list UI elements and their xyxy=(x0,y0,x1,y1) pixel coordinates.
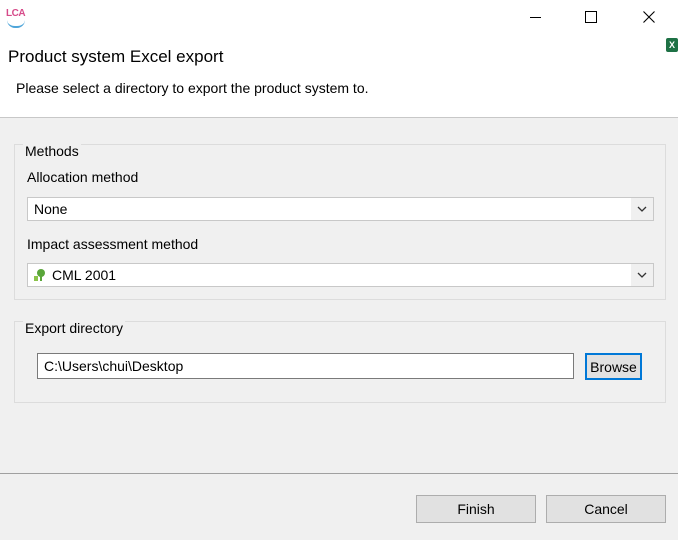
allocation-method-value: None xyxy=(34,201,68,217)
export-directory-input[interactable]: C:\Users\chui\Desktop xyxy=(37,353,574,379)
maximize-button[interactable] xyxy=(568,0,614,34)
impact-dropdown-arrow[interactable] xyxy=(631,264,653,286)
allocation-dropdown-arrow[interactable] xyxy=(631,198,653,220)
excel-icon: X xyxy=(666,38,678,52)
export-directory-legend: Export directory xyxy=(23,320,126,336)
lca-logo-icon: LCA xyxy=(6,8,30,28)
browse-button[interactable]: Browse xyxy=(585,353,642,380)
methods-group-legend: Methods xyxy=(23,143,81,159)
export-directory-group: Export directory C:\Users\chui\Desktop B… xyxy=(14,320,666,403)
dialog-header: Product system Excel export Please selec… xyxy=(0,36,678,118)
methods-group: Methods Allocation method None Impact as… xyxy=(14,143,666,300)
minimize-button[interactable] xyxy=(512,0,558,34)
impact-method-label: Impact assessment method xyxy=(27,236,199,252)
maximize-icon xyxy=(585,11,597,23)
impact-method-value: CML 2001 xyxy=(52,267,117,283)
title-bar: LCA xyxy=(0,0,678,36)
dialog-title: Product system Excel export xyxy=(8,47,224,66)
close-icon xyxy=(643,11,655,23)
impact-method-icon xyxy=(34,269,45,281)
allocation-method-dropdown[interactable]: None xyxy=(27,197,654,221)
minimize-icon xyxy=(529,16,541,18)
chevron-down-icon xyxy=(637,272,647,278)
cancel-button[interactable]: Cancel xyxy=(546,495,666,523)
chevron-down-icon xyxy=(637,206,647,212)
footer-separator xyxy=(0,473,678,474)
app-icon-text: LCA xyxy=(6,8,26,19)
finish-button[interactable]: Finish xyxy=(416,495,536,523)
dialog-description: Please select a directory to export the … xyxy=(16,80,369,96)
impact-method-dropdown[interactable]: CML 2001 xyxy=(27,263,654,287)
allocation-method-label: Allocation method xyxy=(27,169,139,185)
close-button[interactable] xyxy=(626,0,672,34)
